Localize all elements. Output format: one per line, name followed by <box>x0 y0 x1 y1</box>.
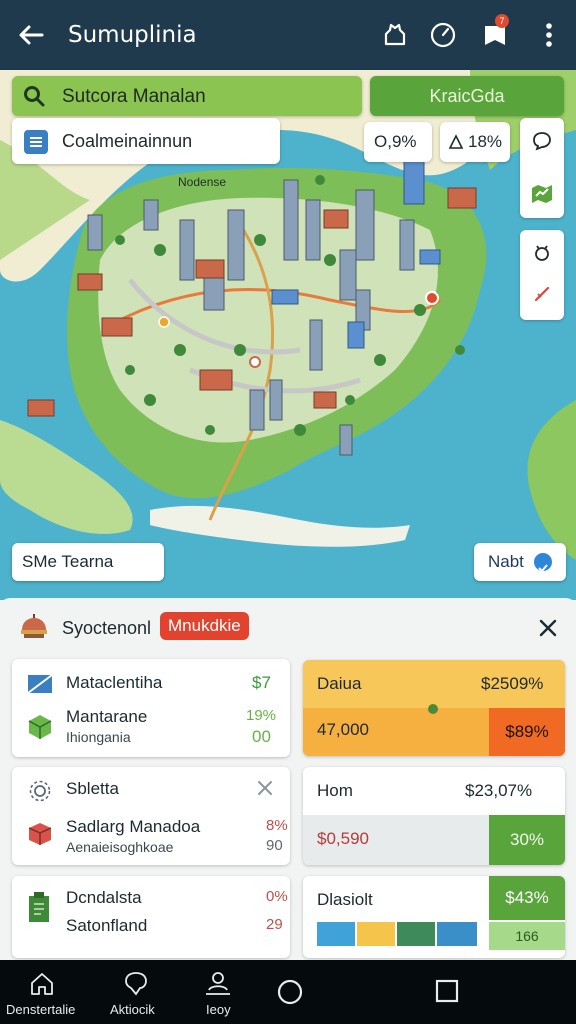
clock-icon[interactable] <box>428 20 458 50</box>
right-card-3[interactable]: Dlasiolt $43% 166 <box>303 876 565 958</box>
nav-item-home[interactable]: Denstertalie <box>0 960 86 1024</box>
notification-badge: 7 <box>495 14 509 28</box>
left-card-3[interactable]: Dcndalsta 0% Satonfland 29 <box>12 876 290 958</box>
left-card-1-title: Mataclentiha <box>66 673 163 692</box>
document-icon <box>29 892 49 922</box>
map-chip-1[interactable]: O,9% <box>364 122 432 162</box>
close-icon[interactable] <box>536 616 560 640</box>
home-icon <box>31 973 53 995</box>
top-bar: Sumuplinia 7 <box>0 0 576 70</box>
left-card-2-row2-value-b: 90 <box>266 837 283 854</box>
check-icon <box>534 553 552 573</box>
sheet-status-badge: Mnukdkie <box>160 612 249 640</box>
swatch-yellow <box>357 922 395 946</box>
menu-list-icon <box>24 130 48 154</box>
right-card-3-label: Dlasiolt <box>317 890 373 909</box>
map-info-pill[interactable]: SMe Tearna <box>12 543 164 581</box>
left-card-2-title: Sbletta <box>66 779 119 798</box>
right-card-2-top-value: $23,07% <box>465 781 533 800</box>
location-bubble-icon <box>125 972 147 996</box>
map-tools-top <box>520 118 564 218</box>
bottom-sheet: Syoctenonl Mnukdkie Mataclentiha $7 Mant… <box>0 598 576 960</box>
ruler-icon[interactable] <box>532 284 552 304</box>
left-card-1-row2-label: Mantarane <box>66 707 148 726</box>
map-tools-bottom <box>520 230 564 320</box>
nav-label-profile: Ieoy <box>206 1002 231 1017</box>
right-card-1-badge: $89% <box>489 708 565 756</box>
map-place-label: Nodense <box>178 175 227 189</box>
right-card-1[interactable]: Daiua $2509% 47,000 $89% <box>303 660 565 756</box>
box-icon <box>28 823 52 845</box>
left-card-2-row2-label: Sadlarg Manadoa <box>66 817 201 836</box>
marker-dot <box>428 704 438 714</box>
right-card-1-top-value: $2509% <box>481 674 544 693</box>
chip-2-value: 18% <box>468 132 503 151</box>
left-card-3-row2-value: 29 <box>266 916 283 933</box>
nav-item-activity[interactable]: Aktiocik <box>106 960 166 1024</box>
bottom-nav: Denstertalie Aktiocik Ieoy <box>0 960 576 1024</box>
left-card-1-row2-value-a: 19% <box>246 707 277 724</box>
search-text: Sutcora Manalan <box>62 86 206 107</box>
map-layers-icon[interactable] <box>530 182 554 206</box>
compass-icon[interactable] <box>531 242 553 264</box>
cube-icon <box>28 715 52 739</box>
map-chip-2[interactable]: 18% <box>440 122 510 162</box>
swatch-blue <box>317 922 355 946</box>
swatch-green <box>397 922 435 946</box>
left-card-1-row2-value-b: 00 <box>252 727 271 746</box>
settings-gear-icon <box>29 780 51 802</box>
system-home-circle-icon[interactable] <box>276 978 304 1006</box>
left-card-2-row2-value-a: 8% <box>266 817 288 834</box>
triangle-icon <box>448 134 464 149</box>
right-card-2-badge: 30% <box>489 815 565 865</box>
map-flag-icon <box>27 674 53 694</box>
sheet-header: Syoctenonl Mnukdkie <box>0 598 576 656</box>
left-card-1-value: $7 <box>252 673 271 692</box>
nav-label-activity: Aktiocik <box>110 1002 155 1017</box>
map-info-pill-text: SMe Tearna <box>22 552 114 571</box>
search-bar[interactable]: Sutcora Manalan <box>12 76 362 116</box>
search-icon <box>24 86 45 107</box>
next-button[interactable]: Nabt <box>474 543 566 581</box>
layer-label: Coalmeinainnun <box>62 131 193 151</box>
right-card-1-label: Daiua <box>317 674 362 693</box>
nav-label-home: Denstertalie <box>6 1002 76 1017</box>
left-card-3-row2-label: Satonfland <box>66 916 148 935</box>
dismiss-icon[interactable] <box>256 779 274 797</box>
nav-item-profile[interactable]: Ieoy <box>196 960 242 1024</box>
right-card-2-label: Hom <box>317 781 353 800</box>
right-card-3-badge-bottom: 166 <box>489 922 565 950</box>
sheet-title: Syoctenonl <box>62 618 152 638</box>
layer-card[interactable]: Coalmeinainnun <box>12 118 280 164</box>
left-card-2-row2-sub: Aenaieisoghkoae <box>66 839 174 855</box>
right-card-1-bottom-value: 47,000 <box>317 720 369 739</box>
top-right-map-button[interactable]: KraicGda <box>370 76 564 116</box>
swatch-steel <box>437 922 477 946</box>
left-card-3-value: 0% <box>266 888 288 905</box>
app-title: Sumuplinia <box>68 22 197 48</box>
temple-icon <box>21 614 47 638</box>
chat-bubble-icon[interactable] <box>531 130 553 152</box>
left-card-3-title: Dcndalsta <box>66 888 142 907</box>
right-card-2-bottom-value: $0,590 <box>317 829 369 848</box>
next-button-label: Nabt <box>488 552 524 571</box>
left-card-1-row2-sub: Ihiongania <box>66 729 131 745</box>
puzzle-icon[interactable] <box>380 20 410 50</box>
recents-square-icon[interactable] <box>434 978 460 1004</box>
left-card-1[interactable]: Mataclentiha $7 Mantarane Ihiongania 19%… <box>12 659 290 757</box>
back-arrow-icon[interactable] <box>16 20 46 50</box>
more-vert-icon[interactable] <box>534 20 564 50</box>
left-card-2[interactable]: Sbletta Sadlarg Manadoa Aenaieisoghkoae … <box>12 767 290 865</box>
right-card-2[interactable]: Hom $23,07% $0,590 30% <box>303 767 565 865</box>
user-card-icon <box>206 972 230 995</box>
chip-1-value: O,9% <box>374 132 417 151</box>
right-card-3-badge-top: $43% <box>489 876 565 920</box>
